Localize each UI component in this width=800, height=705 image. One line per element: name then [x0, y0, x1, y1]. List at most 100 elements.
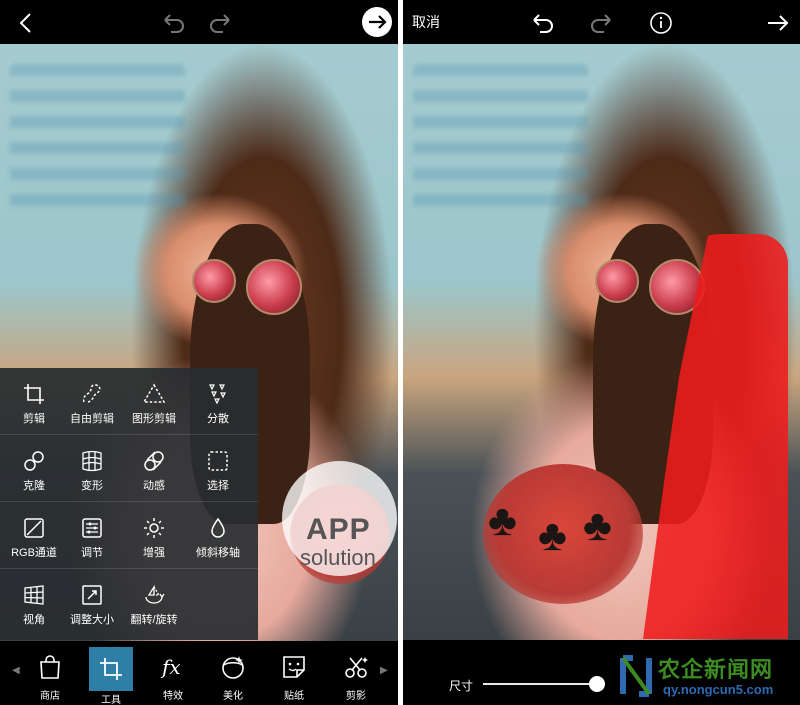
toolbar-item-label: 特效 — [163, 691, 183, 702]
tools-crop-icon — [89, 647, 133, 691]
menu-item-clone[interactable]: 克隆 — [4, 435, 64, 502]
disperse-icon — [209, 384, 226, 405]
menu-item-label: 变形 — [81, 480, 103, 492]
wall-sign — [10, 64, 185, 214]
menu-item-flip-rotate[interactable]: 翻转/旋转 — [124, 569, 184, 636]
menu-item-label: 调整大小 — [70, 614, 114, 626]
menu-item-label: 增强 — [143, 547, 165, 559]
lens-left — [595, 259, 639, 303]
adjust-icon — [82, 518, 102, 538]
brand-url: qy.nongcun5.com — [663, 682, 774, 697]
sunglasses — [595, 259, 705, 315]
menu-item-disperse[interactable]: 分散 — [188, 368, 248, 435]
brush-size-label: 尺寸 — [449, 679, 474, 693]
toolbar-item-shop[interactable]: 商店 — [24, 649, 76, 702]
menu-item-label: 图形剪辑 — [132, 413, 176, 425]
cutout-icon — [345, 657, 368, 678]
shape-crop-icon — [142, 383, 166, 403]
photo-canvas[interactable]: ♣ ♣ ♣ — [403, 44, 800, 640]
menu-row: 视角 调整大小 翻转/旋转 — [0, 569, 258, 636]
crop-icon — [24, 384, 44, 404]
next-icon[interactable] — [361, 6, 393, 38]
curves-icon — [24, 518, 44, 538]
warp-icon — [82, 450, 102, 472]
sticker-icon — [283, 656, 305, 678]
menu-item-free-crop[interactable]: 自由剪辑 — [62, 368, 122, 435]
motion-icon — [144, 451, 164, 471]
menu-row: 克隆 变形 动感 选择 — [0, 435, 258, 502]
toolbar-item-effects[interactable]: fx 特效 — [147, 649, 199, 702]
watermark-line1: APP — [306, 513, 371, 546]
menu-item-perspective[interactable]: 视角 — [4, 569, 64, 636]
menu-item-label: 动感 — [143, 480, 165, 492]
brush-size-slider[interactable] — [483, 683, 603, 685]
menu-item-rgb-curves[interactable]: RGB通道 — [4, 502, 64, 569]
top-bar — [0, 0, 398, 44]
toolbar-item-tools[interactable]: 工具 — [85, 647, 137, 705]
lens-right — [246, 259, 302, 315]
site-brand: 农企新闻网 qy.nongcun5.com — [613, 650, 800, 705]
redo-icon[interactable] — [206, 8, 236, 38]
menu-item-resize[interactable]: 调整大小 — [62, 569, 122, 636]
menu-item-adjust[interactable]: 调节 — [62, 502, 122, 569]
scroll-left-icon[interactable]: ◀ — [12, 665, 20, 676]
brand-name: 农企新闻网 — [658, 657, 774, 682]
watermark-line2: solution — [300, 545, 376, 570]
info-icon[interactable] — [646, 8, 676, 38]
top-bar: 取消 — [403, 0, 800, 44]
toolbar-item-label: 贴纸 — [284, 691, 304, 702]
sunglasses — [192, 259, 302, 315]
menu-item-select[interactable]: 选择 — [188, 435, 248, 502]
cancel-button[interactable]: 取消 — [412, 12, 440, 32]
toolbar-item-label: 美化 — [223, 691, 243, 702]
menu-item-label: 视角 — [23, 614, 45, 626]
resize-icon — [82, 585, 102, 605]
redo-icon[interactable] — [587, 8, 617, 38]
palm-tree-graphic: ♣ — [538, 511, 567, 560]
menu-item-warp[interactable]: 变形 — [62, 435, 122, 502]
next-arrow-icon[interactable] — [763, 8, 793, 38]
wall-sign — [413, 64, 588, 214]
lens-left — [192, 259, 236, 303]
toolbar-item-sticker[interactable]: 贴纸 — [268, 649, 320, 702]
menu-item-label: 自由剪辑 — [70, 413, 114, 425]
select-icon — [208, 451, 228, 471]
menu-item-tilt-shift[interactable]: 倾斜移轴 — [188, 502, 248, 569]
flip-rotate-icon — [145, 584, 165, 604]
palm-tree-graphic: ♣ — [583, 501, 612, 550]
menu-item-enhance[interactable]: 增强 — [124, 502, 184, 569]
menu-item-label: 翻转/旋转 — [130, 614, 178, 626]
menu-row: RGB通道 调节 增强 倾斜移轴 — [0, 502, 258, 569]
svg-text:fx: fx — [160, 655, 181, 679]
shop-bag-icon — [40, 655, 60, 679]
toolbar-item-beautify[interactable]: 美化 — [207, 649, 259, 702]
free-crop-icon — [82, 384, 101, 403]
menu-item-label: 倾斜移轴 — [196, 547, 240, 559]
menu-item-label: RGB通道 — [11, 547, 57, 559]
back-icon[interactable] — [12, 8, 42, 38]
tilt-shift-icon — [211, 517, 225, 538]
toolbar-item-label: 剪影 — [346, 691, 366, 702]
menu-item-crop[interactable]: 剪辑 — [4, 368, 64, 435]
toolbar-item-cutout[interactable]: 剪影 — [330, 649, 382, 702]
fx-icon: fx — [160, 655, 181, 679]
menu-item-label: 选择 — [207, 480, 229, 492]
undo-icon[interactable] — [158, 8, 188, 38]
slider-thumb[interactable] — [589, 676, 605, 692]
enhance-icon — [144, 518, 164, 538]
bottom-toolbar: ◀ ▶ 商店 工具 fx 特效 美化 贴纸 剪影 — [0, 641, 398, 705]
menu-item-label: 克隆 — [23, 480, 45, 492]
menu-item-shape-crop[interactable]: 图形剪辑 — [124, 368, 184, 435]
toolbar-item-label: 商店 — [40, 691, 60, 702]
right-screen: 取消 ♣ ♣ ♣ 尺寸 — [403, 0, 800, 705]
perspective-icon — [24, 585, 44, 605]
tools-menu: 剪辑 自由剪辑 图形剪辑 分散 克隆 变形 动感 选择 RGB通道 调节 增强 … — [0, 368, 258, 640]
left-screen: 剪辑 自由剪辑 图形剪辑 分散 克隆 变形 动感 选择 RGB通道 调节 增强 … — [0, 0, 398, 705]
beautify-icon — [222, 656, 244, 679]
undo-icon[interactable] — [527, 8, 557, 38]
palm-tree-graphic: ♣ — [488, 496, 517, 545]
menu-item-label: 分散 — [207, 413, 229, 425]
menu-item-label: 调节 — [81, 547, 103, 559]
menu-item-motion[interactable]: 动感 — [124, 435, 184, 502]
clone-icon — [24, 451, 44, 471]
